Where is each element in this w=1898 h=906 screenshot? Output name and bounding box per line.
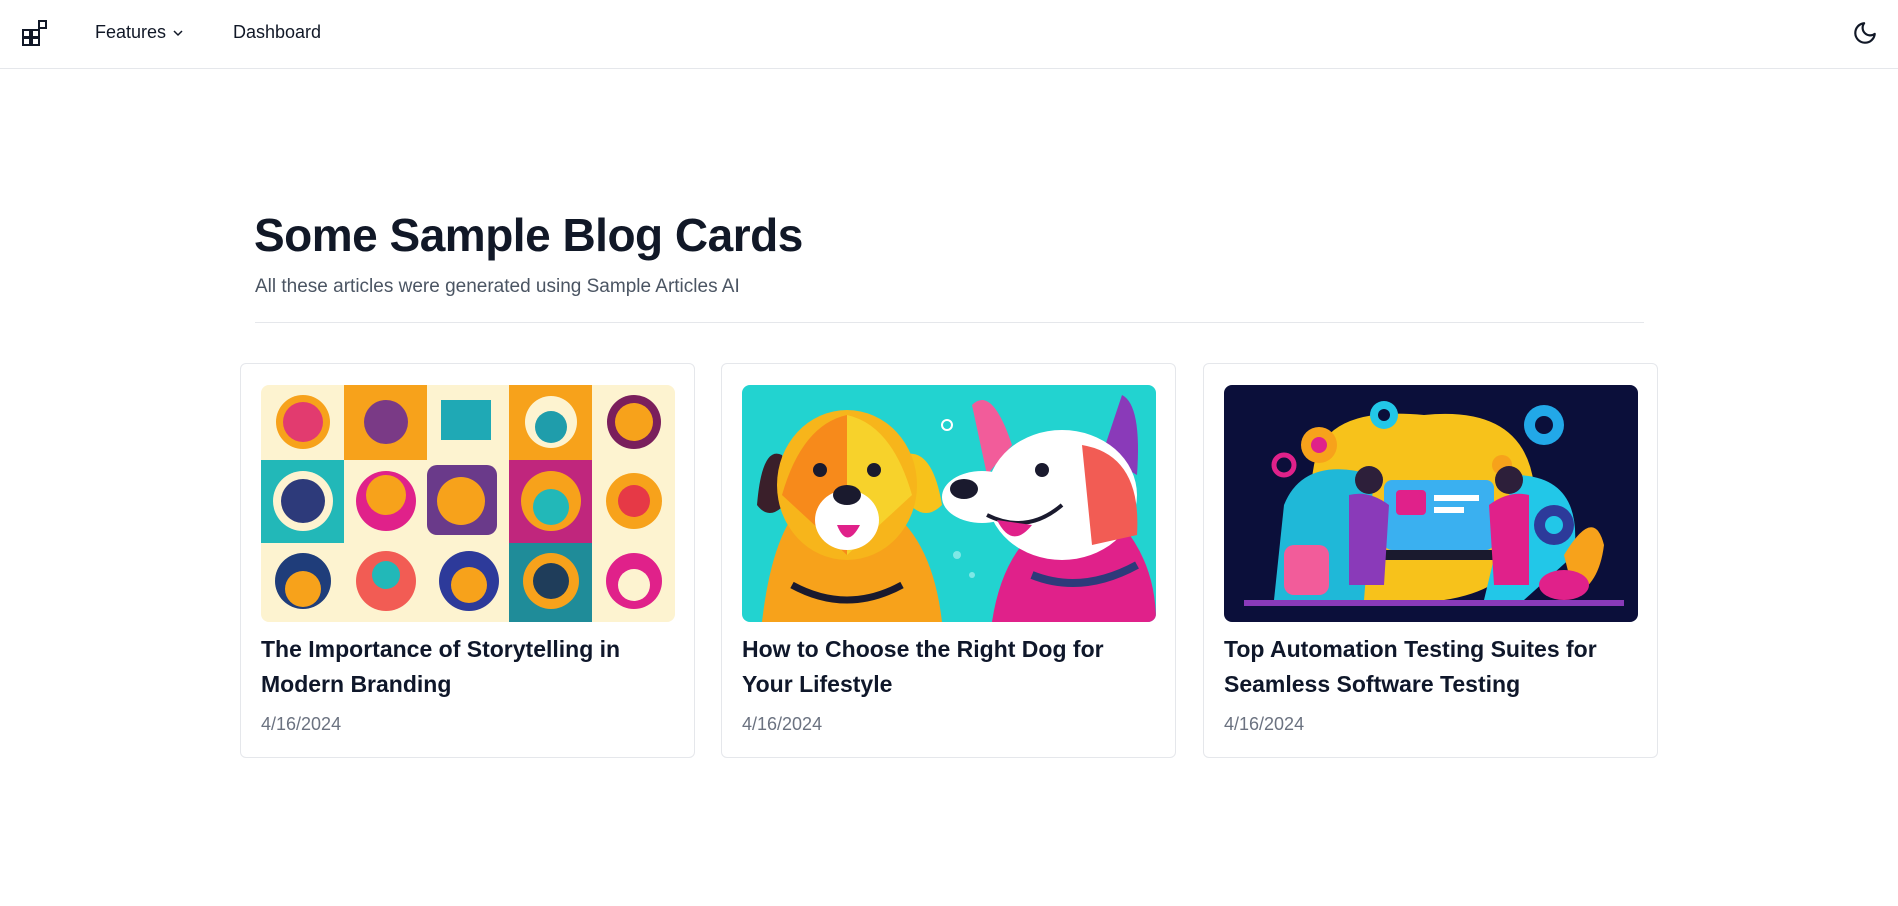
card-image [1224,385,1638,622]
storytelling-illustration [261,385,675,622]
automation-illustration [1224,385,1638,622]
chevron-down-icon [173,29,183,36]
nav-features-label: Features [95,22,167,42]
card-date: 4/16/2024 [1224,714,1305,734]
page-title: Some Sample Blog Cards [254,209,803,261]
dogs-illustration [742,385,1156,622]
blog-card-storytelling[interactable]: The Importance of Storytelling in Modern… [240,363,695,758]
nav-features-menu[interactable]: Features [95,22,184,43]
card-title[interactable]: How to Choose the Right Dog for Your Lif… [742,632,1152,702]
section-divider [255,322,1644,323]
nav-dashboard-label: Dashboard [233,22,322,42]
card-image [742,385,1156,622]
blog-card-automation[interactable]: Top Automation Testing Suites for Seamle… [1203,363,1658,758]
app-grid-icon[interactable] [22,20,48,46]
card-date: 4/16/2024 [742,714,823,734]
card-title[interactable]: Top Automation Testing Suites for Seamle… [1224,632,1634,702]
moon-icon[interactable] [1852,20,1878,46]
top-navbar: Features Dashboard [0,0,1898,69]
nav-dashboard-link[interactable]: Dashboard [233,22,321,43]
card-date: 4/16/2024 [261,714,342,734]
blog-card-dog[interactable]: How to Choose the Right Dog for Your Lif… [721,363,1176,758]
card-title[interactable]: The Importance of Storytelling in Modern… [261,632,671,702]
card-image [261,385,675,622]
page-subtitle: All these articles were generated using … [255,276,740,297]
